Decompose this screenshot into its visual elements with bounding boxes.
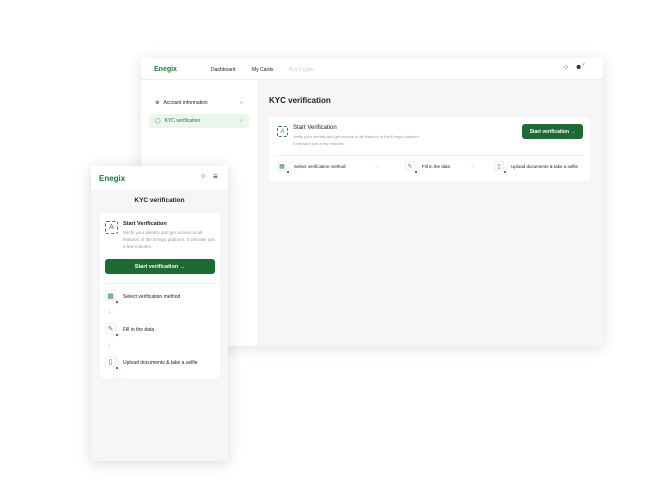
- mobile-header: Enegix ○ ≡: [91, 166, 228, 190]
- bell-icon[interactable]: ○: [564, 64, 568, 71]
- verification-card: A Start Verification Verify your identit…: [269, 117, 590, 181]
- user-icon[interactable]: ☻ˇ: [575, 64, 585, 71]
- divider: [275, 155, 584, 156]
- nav-dashboard[interactable]: Dashboard: [211, 67, 235, 73]
- step-label: Select verification method: [294, 164, 346, 169]
- edit-user-icon: ✎: [405, 161, 415, 171]
- chevron-right-icon: ›: [240, 100, 242, 106]
- card-title: Start Verification: [123, 221, 167, 227]
- start-verification-button[interactable]: Start verification →: [105, 259, 215, 274]
- shield-icon: ◯: [155, 118, 161, 124]
- sidebar-item-account[interactable]: ⚙ Account information ›: [149, 96, 249, 110]
- sidebar-item-kyc[interactable]: ◯ KYC verification ›: [149, 114, 249, 128]
- logo[interactable]: Enegix: [99, 174, 125, 183]
- list-icon: ▦: [277, 161, 287, 171]
- face-scan-icon: A: [277, 126, 288, 137]
- step-label: Fill in the data: [422, 164, 451, 169]
- phone-icon: ▯: [494, 161, 504, 171]
- arrow-down-icon: ↓: [108, 342, 111, 348]
- list-icon: ▦: [105, 290, 116, 301]
- card-title: Start Verification: [293, 125, 337, 131]
- sidebar-item-label: Account information: [163, 100, 208, 106]
- step-label: Select verification method: [123, 294, 181, 300]
- nav-my-cards[interactable]: My Cards: [252, 67, 273, 73]
- divider: [105, 283, 215, 284]
- nav-buy-crypto[interactable]: Buy Crypto: [289, 67, 314, 73]
- verification-card: A Start Verification Verify your identit…: [100, 213, 220, 378]
- arrow-right-icon: →: [469, 163, 474, 169]
- step-label: Upload documents & take a selfie: [511, 164, 579, 169]
- page-title: KYC verification: [134, 197, 185, 204]
- face-scan-icon: A: [105, 221, 118, 234]
- card-desc-2: It will take just a few minutes.: [293, 141, 345, 146]
- arrow-down-icon: ↓: [108, 309, 111, 315]
- sidebar-item-label: KYC verification: [164, 118, 201, 124]
- card-desc: Verify your identity and get access to a…: [293, 134, 420, 139]
- step-label: Upload documents & take a selfie: [123, 360, 198, 366]
- button-label: Start verification: [529, 128, 570, 135]
- menu-icon[interactable]: ≡: [213, 172, 218, 181]
- card-desc: Verify your identity and get access to a…: [123, 230, 215, 249]
- top-nav: Enegix Dashboard My Cards Buy Crypto ○ ☻…: [141, 58, 603, 80]
- arrow-right-icon: →: [374, 163, 379, 169]
- edit-user-icon: ✎: [105, 323, 116, 334]
- step-label: Fill in the data: [123, 327, 155, 333]
- page-title: KYC verification: [269, 96, 331, 105]
- gear-icon: ⚙: [155, 100, 160, 106]
- button-label: Start verification: [134, 263, 179, 270]
- chevron-right-icon: ›: [240, 118, 242, 124]
- mobile-window: Enegix ○ ≡ KYC verification A Start Veri…: [91, 166, 228, 461]
- logo[interactable]: Enegix: [154, 66, 177, 73]
- phone-icon: ▯: [105, 356, 116, 367]
- bell-icon[interactable]: ○: [201, 173, 205, 180]
- start-verification-button[interactable]: Start verification →: [522, 124, 583, 139]
